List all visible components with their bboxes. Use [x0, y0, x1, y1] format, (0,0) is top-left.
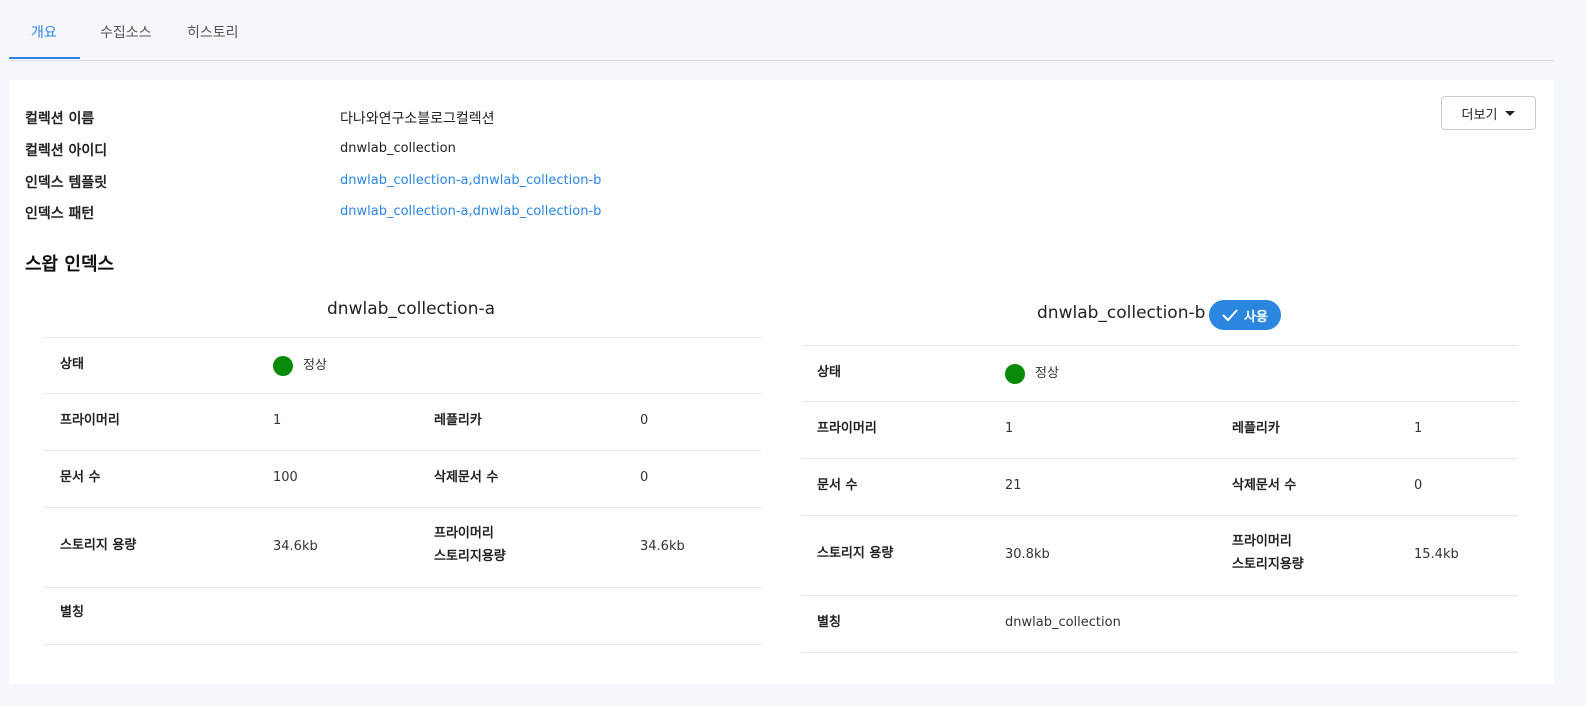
table-row-shards: 프라이머리 1 레플리카 0 [44, 394, 761, 451]
docs-value: 100 [273, 470, 298, 485]
tab-sources[interactable]: 수집소스 [100, 22, 152, 42]
collection-id-value: dnwlab_collection [340, 141, 456, 156]
storage-value: 34.6kb [273, 539, 318, 554]
more-button[interactable]: 더보기 [1441, 96, 1536, 130]
in-use-badge: 사용 [1209, 300, 1281, 330]
active-tab-indicator [9, 57, 80, 59]
primary-label: 프라이머리 [60, 413, 120, 428]
replica-value: 1 [1414, 421, 1423, 436]
collection-name-label: 컬렉션 이름 [25, 111, 95, 127]
deleted-docs-label: 삭제문서 수 [1232, 478, 1297, 493]
caret-down-icon [1505, 110, 1516, 116]
replica-label: 레플리카 [434, 413, 482, 428]
table-row-storage: 스토리지 용량 34.6kb 프라이머리 스토리지용량 34.6kb [44, 508, 761, 588]
status-label: 상태 [60, 357, 84, 372]
status-text: 정상 [303, 358, 327, 373]
collection-id-label: 컬렉션 아이디 [25, 143, 108, 159]
status-label: 상태 [817, 365, 841, 380]
more-button-label: 더보기 [1461, 107, 1498, 123]
collection-name-value: 다나와연구소블로그컬렉션 [340, 111, 495, 127]
index-template-link[interactable]: dnwlab_collection-a,dnwlab_collection-b [340, 173, 601, 188]
primary-storage-label-line2: 스토리지용량 [434, 549, 506, 564]
primary-storage-label-line1: 프라이머리 [434, 526, 494, 541]
table-row-alias: 별칭 [44, 588, 761, 645]
table-row-status: 상태 정상 [44, 337, 761, 394]
primary-value: 1 [1005, 421, 1014, 436]
primary-label: 프라이머리 [817, 421, 877, 436]
table-row-alias: 별칭 dnwlab_collection [801, 596, 1518, 653]
status-ok-icon [273, 355, 293, 376]
storage-label: 스토리지 용량 [817, 546, 894, 561]
status-ok-icon [1005, 363, 1025, 384]
overview-card: 컬렉션 이름 다나와연구소블로그컬렉션 컬렉션 아이디 dnwlab_colle… [9, 80, 1554, 684]
index-pattern-label: 인덱스 패턴 [25, 206, 95, 222]
primary-storage-label-line1: 프라이머리 [1232, 534, 1292, 549]
docs-label: 문서 수 [60, 470, 101, 485]
docs-value: 21 [1005, 478, 1022, 493]
deleted-docs-label: 삭제문서 수 [434, 470, 499, 485]
tab-bar: 개요 수집소스 히스토리 [9, 0, 1554, 61]
index-title: dnwlab_collection-b [1037, 303, 1206, 323]
tab-history[interactable]: 히스토리 [187, 22, 239, 42]
index-title: dnwlab_collection-a [327, 299, 496, 319]
swap-index-title: 스왑 인덱스 [25, 254, 115, 275]
replica-label: 레플리카 [1232, 421, 1280, 436]
table-row-docs: 문서 수 100 삭제문서 수 0 [44, 451, 761, 508]
status-text: 정상 [1035, 366, 1059, 381]
tab-overview[interactable]: 개요 [31, 22, 57, 42]
alias-label: 별칭 [60, 605, 84, 620]
storage-label: 스토리지 용량 [60, 538, 137, 553]
docs-label: 문서 수 [817, 478, 858, 493]
check-icon [1222, 309, 1238, 322]
deleted-docs-value: 0 [1414, 478, 1423, 493]
primary-storage-value: 15.4kb [1414, 547, 1459, 562]
status-value: 정상 [1005, 362, 1059, 384]
alias-value: dnwlab_collection [1005, 615, 1121, 630]
primary-storage-value: 34.6kb [640, 539, 685, 554]
deleted-docs-value: 0 [640, 470, 649, 485]
replica-value: 0 [640, 413, 649, 428]
index-template-label: 인덱스 템플릿 [25, 175, 108, 191]
table-row-storage: 스토리지 용량 30.8kb 프라이머리 스토리지용량 15.4kb [801, 516, 1518, 596]
status-value: 정상 [273, 354, 327, 376]
index-panel-b: dnwlab_collection-b 사용 상태 정상 프라이머리 1 레플리… [801, 295, 1518, 655]
index-pattern-link[interactable]: dnwlab_collection-a,dnwlab_collection-b [340, 204, 601, 219]
table-row-shards: 프라이머리 1 레플리카 1 [801, 402, 1518, 459]
primary-storage-label-line2: 스토리지용량 [1232, 557, 1304, 572]
index-panel-a: dnwlab_collection-a 상태 정상 프라이머리 1 레플리카 0… [44, 295, 761, 645]
alias-label: 별칭 [817, 615, 841, 630]
primary-value: 1 [273, 413, 282, 428]
in-use-label: 사용 [1244, 309, 1268, 325]
storage-value: 30.8kb [1005, 547, 1050, 562]
table-row-status: 상태 정상 [801, 345, 1518, 402]
table-row-docs: 문서 수 21 삭제문서 수 0 [801, 459, 1518, 516]
